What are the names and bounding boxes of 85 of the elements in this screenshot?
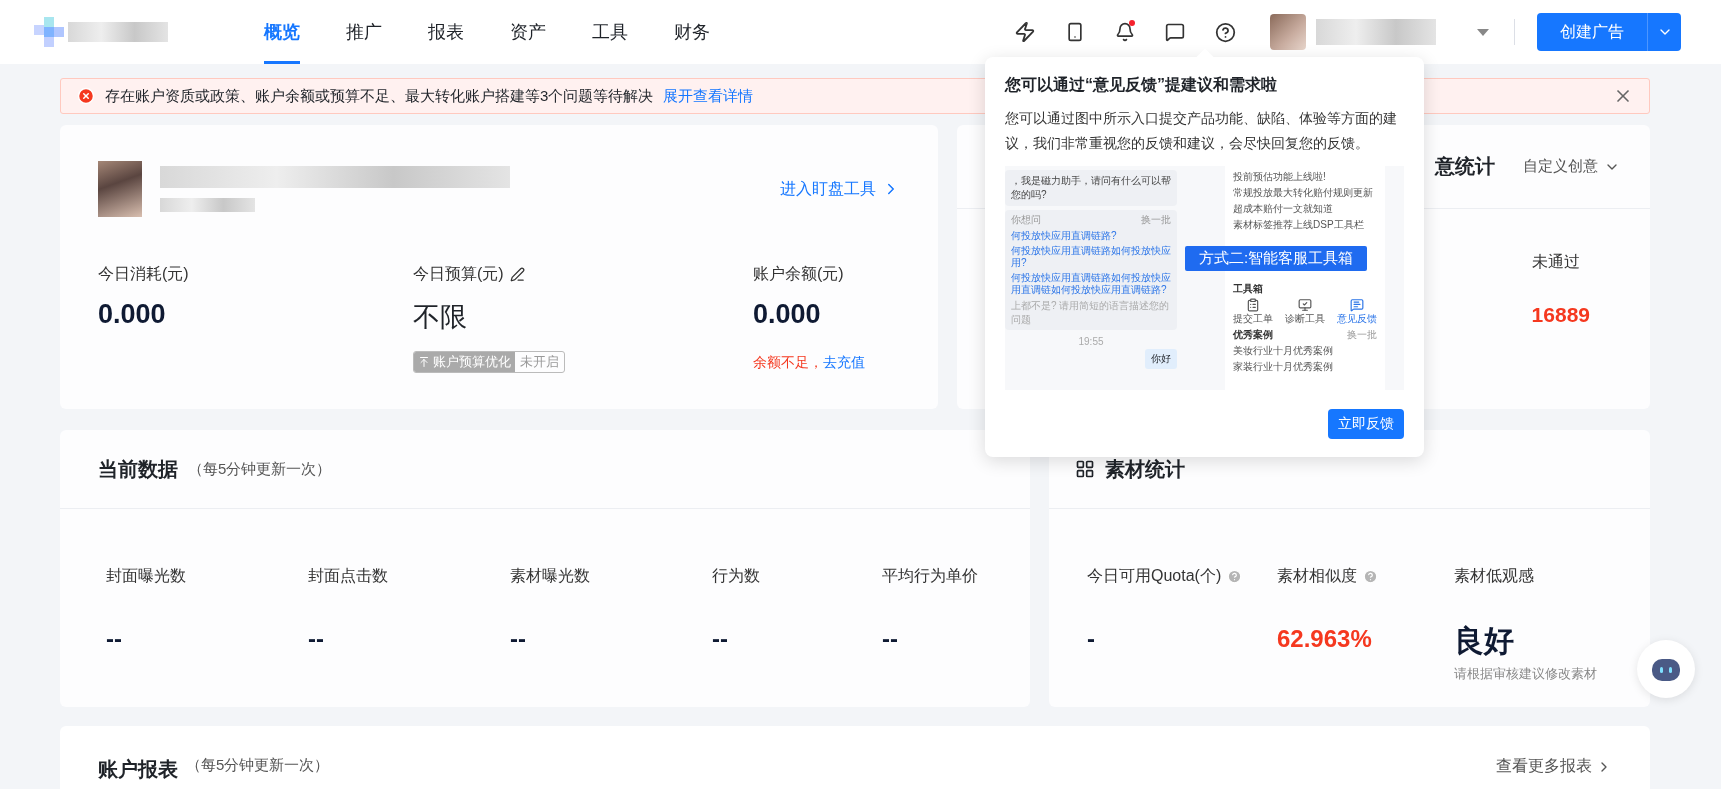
- question-link[interactable]: 何投放快应用直调链路?: [1011, 230, 1171, 242]
- details-link[interactable]: 展开查看详情: [663, 86, 754, 106]
- stat-label: 未通过: [1531, 251, 1581, 272]
- edit-icon[interactable]: [509, 266, 525, 282]
- message-icon: [1350, 298, 1364, 312]
- metric-label: 封面曝光数: [106, 565, 187, 586]
- notice-item[interactable]: 素材标签推荐上线DSP工具栏: [1233, 218, 1377, 232]
- metric-label: 素材低观感: [1454, 565, 1535, 586]
- notice-item[interactable]: 投前预估功能上线啦!: [1233, 170, 1377, 184]
- notice-item[interactable]: 常规投放最大转化赔付规则更新: [1233, 186, 1377, 200]
- feedback-icon[interactable]: [1165, 22, 1185, 42]
- stat-value: 不限: [413, 301, 468, 334]
- tool-item[interactable]: 诊断工具: [1285, 298, 1325, 326]
- stat-label: 今日预算(元): [413, 263, 753, 285]
- clipboard-icon: [1246, 298, 1260, 312]
- creative-filter[interactable]: 自定义创意: [1523, 157, 1620, 176]
- section-title: 账户报表: [98, 757, 178, 782]
- tool-item[interactable]: 意见反馈: [1337, 298, 1377, 326]
- nav-tab[interactable]: 报表: [428, 0, 464, 64]
- metric-value: -: [1087, 625, 1096, 653]
- stat-label: 今日消耗(元): [98, 263, 190, 284]
- update-note: （每5分钟更新一次）: [188, 459, 332, 479]
- stat-value: 16889: [1531, 303, 1590, 327]
- section-title: 素材统计: [1105, 456, 1185, 482]
- alert-message: 存在账户资质或政策、账户余额或预算不足、最大转化账户搭建等3个问题等待解决: [105, 86, 654, 106]
- metric-hint: 请根据审核建议修改素材: [1454, 665, 1598, 683]
- monitor-tool-link[interactable]: 进入盯盘工具: [780, 178, 900, 200]
- metric-label: 封面点击数: [308, 565, 389, 586]
- phone-icon[interactable]: [1065, 22, 1085, 42]
- metric-value: 62.963%: [1277, 625, 1373, 653]
- lightning-icon[interactable]: [1014, 21, 1036, 43]
- help-icon[interactable]: [1214, 21, 1236, 43]
- metric-value: --: [510, 625, 527, 653]
- question-link[interactable]: 何投放快应用直调链路如何投放快应用直调链如何投放快应用直调链路?: [1011, 272, 1171, 296]
- question-link[interactable]: 何投放快应用直调链路如何投放快应用?: [1011, 245, 1171, 269]
- feedback-button[interactable]: 立即反馈: [1328, 409, 1404, 439]
- chat-message: 你好: [1145, 349, 1177, 369]
- nav-tab[interactable]: 资产: [510, 0, 546, 64]
- create-ad-button[interactable]: 创建广告: [1537, 13, 1647, 51]
- update-note: （每5分钟更新一次）: [186, 756, 330, 775]
- case-item[interactable]: 美妆行业十月优秀案例: [1233, 344, 1377, 358]
- stat-value: 0.000: [753, 299, 822, 330]
- notice-item[interactable]: 超成本赔付一文就知道: [1233, 202, 1377, 216]
- notification-icon[interactable]: [1115, 22, 1135, 42]
- card-title: 意统计: [1435, 154, 1495, 179]
- metric-value: --: [882, 625, 899, 653]
- metric-label: 素材曝光数: [510, 565, 591, 586]
- balance-warning: 余额不足，: [753, 354, 823, 370]
- grid-icon: [1075, 459, 1095, 479]
- recharge-link[interactable]: 去充值: [823, 354, 865, 370]
- metric-label: 平均行为单价: [882, 565, 979, 586]
- case-item[interactable]: 家装行业十月优秀案例: [1233, 360, 1377, 374]
- nav-tab[interactable]: 概览: [264, 0, 300, 64]
- nav-tab[interactable]: 工具: [592, 0, 628, 64]
- popover-title: 您可以通过“意见反馈”提建议和需求啦: [1005, 75, 1278, 95]
- metric-label: 素材相似度: [1277, 565, 1454, 587]
- toolbox-title: 工具箱: [1233, 282, 1263, 296]
- budget-optimization-tag: 账户预算优化 未开启: [413, 351, 565, 373]
- tool-item[interactable]: 提交工单: [1233, 298, 1273, 326]
- nav-tab[interactable]: 推广: [346, 0, 382, 64]
- upload-icon: [418, 356, 430, 368]
- avatar[interactable]: [1270, 14, 1306, 50]
- caret-icon[interactable]: [1476, 27, 1490, 37]
- stat-label: 账户余额(元): [753, 263, 845, 284]
- chat-message: ，我是磁力助手，请问有什么可以帮您的吗?: [1005, 170, 1177, 206]
- account-avatar: [98, 161, 142, 217]
- stat-value: 0.000: [98, 299, 167, 330]
- metric-value: --: [308, 625, 325, 653]
- popover-text: 您可以通过图中所示入口提交产品功能、缺陷、体验等方面的建议，我们非常重视您的反馈和建议，会尽快回复您的反馈。: [1005, 109, 1398, 153]
- metric-value: --: [106, 625, 123, 653]
- guide-banner: 方式二:智能客服工具箱: [1185, 246, 1368, 271]
- metric-value: --: [712, 625, 729, 653]
- error-icon: [77, 87, 95, 105]
- monitor-icon: [1298, 298, 1312, 312]
- assistant-button[interactable]: [1637, 640, 1695, 698]
- metric-value: 良好: [1454, 623, 1515, 659]
- cases-title: 优秀案例: [1233, 328, 1273, 342]
- logo-icon: [34, 17, 64, 47]
- chat-time: 19:55: [1077, 336, 1105, 347]
- metric-label: 今日可用Quota(个): [1087, 565, 1277, 587]
- suggestion-title: 你想问: [1011, 213, 1041, 227]
- section-title: 当前数据: [98, 456, 178, 482]
- more-reports-link[interactable]: 查看更多报表: [1496, 756, 1612, 777]
- nav-tab[interactable]: 财务: [674, 0, 710, 64]
- metric-label: 行为数: [712, 565, 761, 586]
